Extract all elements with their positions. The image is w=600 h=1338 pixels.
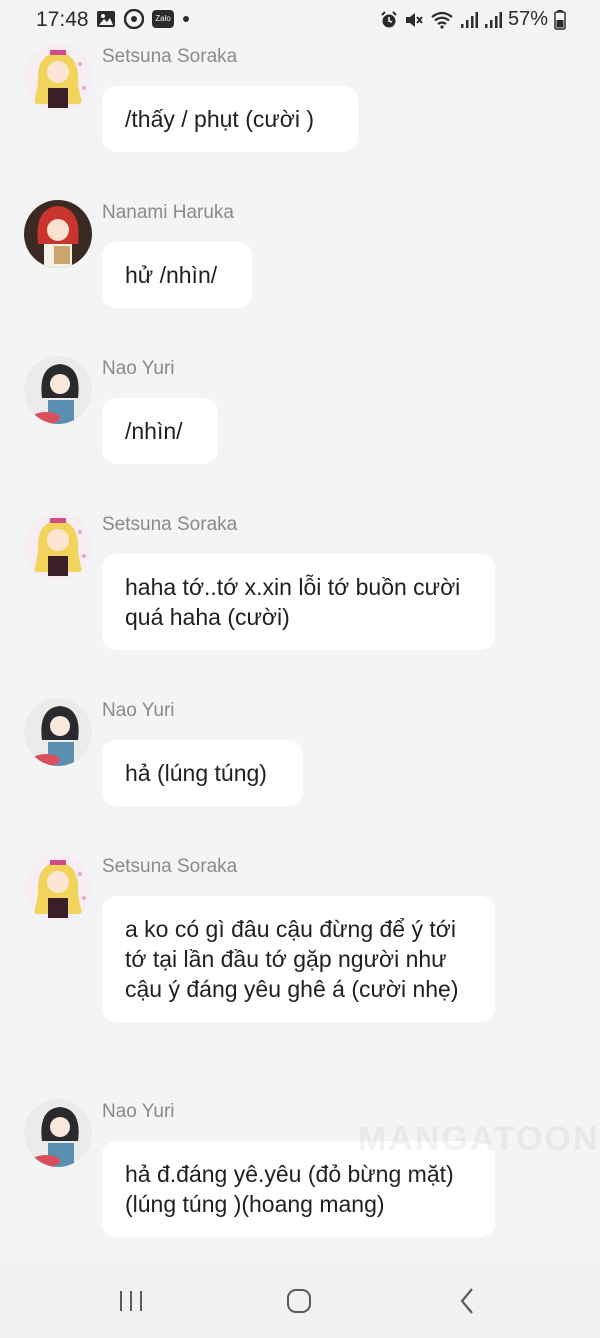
message-bubble[interactable]: hả (lúng túng) bbox=[102, 740, 303, 806]
message-bubble[interactable]: a ko có gì đâu cậu đừng để ý tới tớ tại … bbox=[102, 896, 495, 1022]
sender-name: Setsuna Soraka bbox=[102, 514, 238, 535]
message-bubble[interactable]: /thấy / phụt (cười ) bbox=[102, 86, 358, 152]
navigation-bar bbox=[0, 1264, 600, 1338]
home-icon bbox=[287, 1289, 311, 1313]
system-icons: 57% bbox=[380, 8, 566, 31]
status-time: 17:48 bbox=[36, 8, 89, 31]
wifi-icon bbox=[431, 11, 453, 29]
home-button[interactable] bbox=[279, 1286, 319, 1316]
watermark: MANGATOON bbox=[358, 1120, 600, 1158]
avatar[interactable] bbox=[24, 512, 92, 580]
recent-apps-button[interactable] bbox=[111, 1286, 151, 1316]
avatar[interactable] bbox=[24, 1099, 92, 1167]
zalo-icon: Zalo bbox=[152, 10, 174, 28]
avatar[interactable] bbox=[24, 44, 92, 112]
avatar[interactable] bbox=[24, 854, 92, 922]
avatar[interactable] bbox=[24, 200, 92, 268]
battery-icon bbox=[554, 9, 566, 30]
messenger-icon bbox=[124, 9, 144, 29]
sender-name: Nao Yuri bbox=[102, 700, 175, 721]
signal-icon bbox=[484, 11, 502, 28]
recent-apps-icon bbox=[120, 1291, 142, 1311]
avatar[interactable] bbox=[24, 356, 92, 424]
gallery-icon bbox=[97, 11, 115, 27]
sender-name: Setsuna Soraka bbox=[102, 46, 238, 67]
mute-icon bbox=[405, 12, 423, 27]
sender-name: Nao Yuri bbox=[102, 358, 175, 379]
sender-name: Nao Yuri bbox=[102, 1101, 175, 1122]
status-bar: 17:48 Zalo 57% bbox=[0, 0, 600, 40]
back-icon bbox=[460, 1288, 473, 1314]
sender-name: Setsuna Soraka bbox=[102, 856, 238, 877]
alarm-icon bbox=[381, 10, 397, 27]
dot-icon bbox=[183, 16, 189, 22]
message-bubble[interactable]: /nhìn/ bbox=[102, 398, 218, 464]
message-bubble[interactable]: hử /nhìn/ bbox=[102, 242, 252, 308]
notification-icons: Zalo bbox=[96, 9, 190, 29]
message-bubble[interactable]: haha tớ..tớ x.xin lỗi tớ buồn cười quá h… bbox=[102, 554, 495, 650]
back-button[interactable] bbox=[447, 1286, 487, 1316]
sender-name: Nanami Haruka bbox=[102, 202, 234, 223]
avatar[interactable] bbox=[24, 698, 92, 766]
battery-percent: 57% bbox=[507, 8, 548, 30]
signal-icon bbox=[460, 11, 478, 28]
